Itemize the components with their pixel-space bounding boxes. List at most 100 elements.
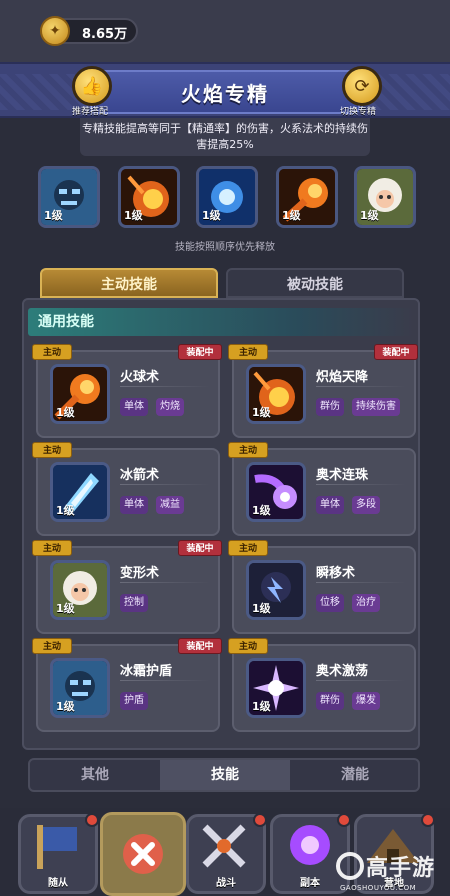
nav-label: 随从 <box>48 878 68 889</box>
skill-card-ice-shield[interactable]: 主动 装配中 1级 冰霜护盾 护盾 <box>32 638 222 732</box>
watermark-text: 高手游 <box>366 856 436 881</box>
subtab-skills[interactable]: 技能 <box>160 760 290 790</box>
skill-level: 1级 <box>56 406 75 419</box>
skill-tag: 单体 <box>120 398 148 416</box>
skill-tag: 单体 <box>316 496 344 514</box>
divider <box>120 582 210 583</box>
thumbs-up-icon: 👍 <box>80 75 104 97</box>
watermark-sub: GAOSHOUYOU.COM <box>340 884 417 892</box>
active-badge: 主动 <box>228 540 268 556</box>
close-button[interactable] <box>100 812 186 896</box>
skill-tag: 单体 <box>120 496 148 514</box>
slot-level: 1级 <box>124 209 143 222</box>
skill-card-blaze-fall[interactable]: 主动 装配中 1级 炽焰天降 群伤 持续伤害 <box>228 344 418 438</box>
skill-level: 1级 <box>56 602 75 615</box>
active-badge: 主动 <box>228 442 268 458</box>
refresh-icon: ⟳ <box>354 75 370 97</box>
close-icon <box>123 834 163 874</box>
subtab-potential[interactable]: 潜能 <box>290 760 420 790</box>
skill-card-polymorph[interactable]: 主动 装配中 1级 变形术 控制 <box>32 540 222 634</box>
currency-display[interactable]: ✦ 8.65万 <box>40 16 138 46</box>
skill-tag: 治疗 <box>352 594 380 612</box>
skill-name: 炽焰天降 <box>316 370 369 385</box>
tab-passive-skills[interactable]: 被动技能 <box>226 268 404 298</box>
tab-active-skills[interactable]: 主动技能 <box>40 268 218 298</box>
skill-name: 冰箭术 <box>120 468 160 483</box>
slot-level: 1级 <box>282 209 301 222</box>
skill-icon-box: 1级 <box>50 658 110 718</box>
active-badge: 主动 <box>228 638 268 654</box>
skill-tag: 控制 <box>120 594 148 612</box>
skill-name: 奥术激荡 <box>316 664 369 679</box>
skill-icon-box: 1级 <box>246 364 306 424</box>
divider <box>120 386 210 387</box>
spec-description: 专精技能提高等同于【精通率】的伤害，火系法术的持续伤害提高25% <box>80 118 370 156</box>
notification-dot <box>421 813 435 827</box>
slot-level: 1级 <box>44 209 63 222</box>
skill-tag: 护盾 <box>120 692 148 710</box>
flag-icon <box>37 825 77 869</box>
skill-icon-box: 1级 <box>50 560 110 620</box>
nav-label: 战斗 <box>216 878 236 889</box>
active-badge: 主动 <box>32 344 72 360</box>
skill-level: 1级 <box>252 504 271 517</box>
slot-fireball[interactable]: 1级 <box>276 166 338 228</box>
switch-spec-button[interactable]: ⟳ <box>342 66 382 106</box>
skill-card-arcane-orbs[interactable]: 主动 1级 奥术连珠 单体 多段 <box>228 442 416 536</box>
subtab-other[interactable]: 其他 <box>30 760 160 790</box>
active-badge: 主动 <box>32 638 72 654</box>
slot-blaze-fall[interactable]: 1级 <box>118 166 180 228</box>
site-watermark: 高手游 GAOSHOUYOU.COM <box>336 850 450 894</box>
skill-icon-box: 1级 <box>246 560 306 620</box>
skill-tag: 群伤 <box>316 398 344 416</box>
slots-hint: 技能按照顺序优先释放 <box>175 242 275 253</box>
notification-dot <box>85 813 99 827</box>
skill-name: 瞬移术 <box>316 566 356 581</box>
equipped-badge: 装配中 <box>178 540 222 556</box>
skill-card-ice-arrow[interactable]: 主动 1级 冰箭术 单体 减益 <box>32 442 220 536</box>
skill-icon-box: 1级 <box>246 462 306 522</box>
notification-dot <box>253 813 267 827</box>
slot-level: 1级 <box>360 209 379 222</box>
skill-name: 火球术 <box>120 370 160 385</box>
notification-dot <box>337 813 351 827</box>
skill-tag: 群伤 <box>316 692 344 710</box>
spec-title: 火焰专精 <box>181 82 269 106</box>
skill-level: 1级 <box>252 700 271 713</box>
slot-polymorph[interactable]: 1级 <box>354 166 416 228</box>
slot-ice-shield[interactable]: 1级 <box>38 166 100 228</box>
skill-tag: 多段 <box>352 496 380 514</box>
slot-level: 1级 <box>202 209 221 222</box>
nav-battle[interactable]: 战斗 <box>186 813 267 894</box>
category-subtabs: 其他 技能 潜能 <box>28 758 420 792</box>
skill-level: 1级 <box>56 504 75 517</box>
section-title: 通用技能 <box>28 308 414 336</box>
equipped-badge: 装配中 <box>178 638 222 654</box>
recommend-build-label: 推荐搭配 <box>72 107 109 117</box>
top-bar: ✦ 8.65万 <box>0 0 450 62</box>
divider <box>120 680 210 681</box>
recommend-build-button[interactable]: 👍 <box>72 66 112 106</box>
skill-card-arcane-surge[interactable]: 主动 1级 奥术激荡 群伤 爆发 <box>228 638 416 732</box>
divider <box>316 484 406 485</box>
skill-level: 1级 <box>252 602 271 615</box>
skill-icon-box: 1级 <box>246 658 306 718</box>
skill-tag: 灼烧 <box>156 398 184 416</box>
divider <box>316 386 406 387</box>
wheat-coin-icon: ✦ <box>40 16 70 46</box>
currency-amount: 8.65万 <box>82 27 128 42</box>
skill-level: 1级 <box>252 406 271 419</box>
skill-icon-box: 1级 <box>50 462 110 522</box>
skill-name: 冰霜护盾 <box>120 664 173 679</box>
nav-followers[interactable]: 随从 <box>18 813 99 894</box>
equipped-badge: 装配中 <box>178 344 222 360</box>
slot-arcane-orbs[interactable]: 1级 <box>196 166 258 228</box>
skill-name: 变形术 <box>120 566 160 581</box>
skill-level: 1级 <box>56 700 75 713</box>
skill-card-blink[interactable]: 主动 1级 瞬移术 位移 治疗 <box>228 540 416 634</box>
skill-icon-box: 1级 <box>50 364 110 424</box>
skill-card-fireball[interactable]: 主动 装配中 1级 火球术 单体 灼烧 <box>32 344 222 438</box>
equipped-badge: 装配中 <box>374 344 418 360</box>
switch-spec-label: 切换专精 <box>340 107 377 117</box>
active-badge: 主动 <box>228 344 268 360</box>
